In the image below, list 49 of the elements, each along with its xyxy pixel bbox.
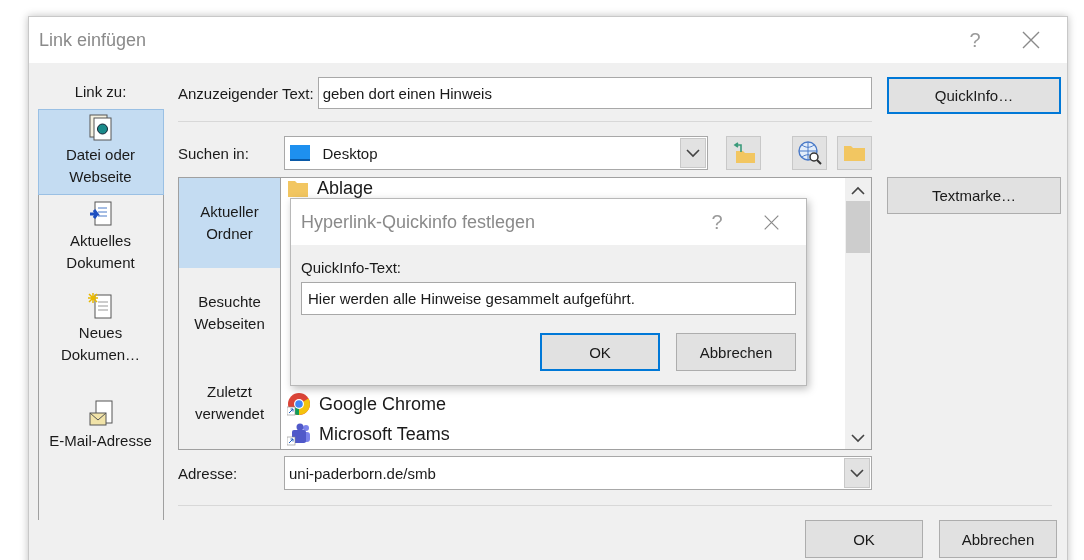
folder-up-icon [731,142,756,164]
quickinfo-text-label: QuickInfo-Text: [301,259,403,276]
mail-document-icon [87,400,114,428]
globe-search-icon [796,140,823,166]
chevron-up-icon[interactable] [851,186,865,195]
new-document-icon [87,292,114,320]
dialog-title: Link einfügen [39,29,148,51]
chevron-down-icon[interactable] [851,434,865,443]
file-name[interactable]: Microsoft Teams [319,424,450,444]
dropdown-button[interactable] [844,458,870,488]
link-type-item[interactable]: Neues Dokumen… [38,288,163,372]
link-type-item[interactable]: Datei oder Webseite [38,110,163,194]
bookmark-button[interactable]: Textmarke… [887,177,1061,214]
file-name[interactable]: Ablage [317,178,374,198]
file-name[interactable]: Google Chrome [319,394,447,414]
dialog-title: Hyperlink-Quickinfo festlegen [300,211,537,233]
ok-button[interactable]: OK [540,333,660,371]
dropdown-button[interactable] [680,138,707,168]
document-icon [87,200,114,228]
link-type-item[interactable]: Aktuelles Dokument [38,196,163,280]
display-text-label: Anzuzeigender Text: [178,84,314,102]
teams-icon [287,422,311,446]
folder-icon [842,144,867,162]
up-folder-button[interactable] [726,136,762,170]
browse-tab[interactable]: Aktueller Ordner [179,178,280,268]
link-type-item[interactable]: E-Mail-Adresse [38,396,163,458]
address-label: Adresse: [178,464,239,482]
close-icon[interactable] [763,213,780,231]
chevron-down-icon[interactable] [850,468,864,478]
look-in-dropdown[interactable]: Desktop [283,136,709,170]
chevron-down-icon[interactable] [686,148,701,158]
chrome-icon [287,392,311,416]
close-icon[interactable] [1021,30,1041,50]
address-field[interactable]: uni-paderborn.de/smb [284,456,872,490]
display-text-field[interactable]: geben dort einen Hinweis [317,77,872,109]
ok-button[interactable]: OK [805,520,923,558]
scroll-thumb[interactable] [846,201,870,253]
quickinfo-button[interactable]: QuickInfo… [887,77,1061,114]
cancel-button[interactable]: Abbrechen [939,520,1057,558]
cancel-button[interactable]: Abbrechen [676,333,796,371]
desktop-icon [288,144,311,162]
browse-tab[interactable]: Besuchte Webseiten [179,268,280,358]
browse-web-button[interactable] [792,136,828,170]
quickinfo-text-field[interactable]: Hier werden alle Hinweise gesammelt aufgeführt. [301,282,796,315]
scrollbar[interactable] [845,178,871,449]
document-icon [87,114,114,142]
browse-tab[interactable]: Zuletzt verwendet [179,358,280,448]
look-in-label: Suchen in: [178,144,250,162]
link-to-label: Link zu: [74,82,127,102]
